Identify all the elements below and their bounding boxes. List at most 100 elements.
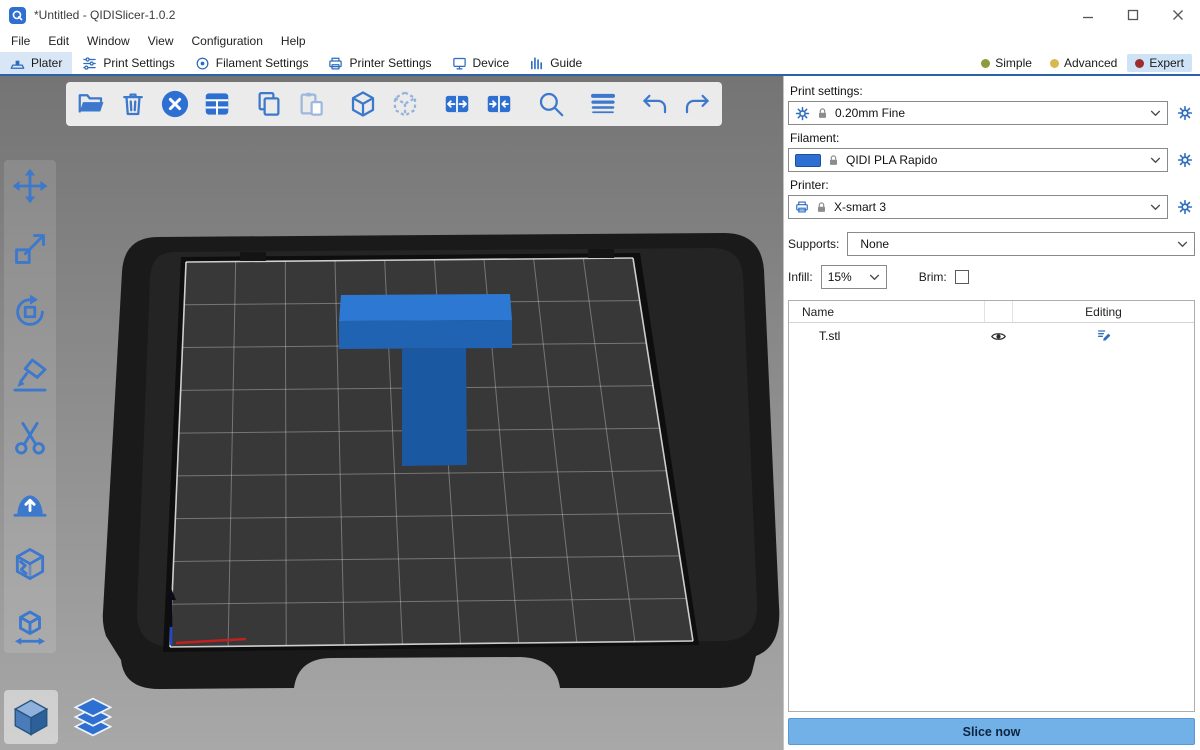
- open-project-button[interactable]: [74, 87, 108, 121]
- seam-painting-button[interactable]: [8, 542, 52, 586]
- slice-now-button[interactable]: Slice now: [788, 718, 1195, 745]
- infill-row: Infill: 15% Brim:: [788, 265, 1195, 289]
- view-toggles: [4, 690, 120, 744]
- print-settings-icon: [82, 56, 97, 71]
- split-objects-icon: [442, 89, 472, 119]
- name-column-header: Name: [789, 305, 984, 319]
- delete-all-icon: [160, 89, 190, 119]
- chevron-down-icon: [1177, 241, 1188, 248]
- object-list-header: Name Editing: [789, 301, 1194, 323]
- search-button[interactable]: [534, 87, 568, 121]
- menu-configuration[interactable]: Configuration: [183, 32, 272, 50]
- add-instance-button[interactable]: [346, 87, 380, 121]
- redo-button[interactable]: [680, 87, 714, 121]
- lock-icon: [827, 154, 840, 167]
- undo-icon: [640, 89, 670, 119]
- supports-value: None: [854, 237, 1171, 251]
- remove-instance-button[interactable]: [388, 87, 422, 121]
- menu-edit[interactable]: Edit: [39, 32, 78, 50]
- tab-device[interactable]: Device: [442, 52, 520, 74]
- trash-icon: [118, 89, 148, 119]
- tab-filament-settings[interactable]: Filament Settings: [185, 52, 319, 74]
- infill-combo[interactable]: 15%: [821, 265, 887, 289]
- tab-label: Guide: [550, 56, 582, 70]
- main-area: Print settings: 0.20mm Fine Filament: QI…: [0, 76, 1200, 750]
- open-folder-icon: [76, 89, 106, 119]
- filament-combo[interactable]: QIDI PLA Rapido: [788, 148, 1168, 172]
- visibility-column: [984, 301, 1013, 322]
- lock-icon: [815, 201, 828, 214]
- undo-button[interactable]: [638, 87, 672, 121]
- filament-row: QIDI PLA Rapido: [788, 148, 1195, 172]
- rotate-icon: [11, 293, 49, 331]
- tab-printer-settings[interactable]: Printer Settings: [318, 52, 441, 74]
- printer-settings-icon: [328, 56, 343, 71]
- supports-combo[interactable]: None: [847, 232, 1195, 256]
- arrange-button[interactable]: [200, 87, 234, 121]
- print-settings-combo[interactable]: 0.20mm Fine: [788, 101, 1168, 125]
- filament-gear-button[interactable]: [1175, 150, 1195, 170]
- brim-checkbox[interactable]: [955, 270, 969, 284]
- menu-view[interactable]: View: [139, 32, 183, 50]
- tab-label: Print Settings: [103, 56, 174, 70]
- move-button[interactable]: [8, 164, 52, 208]
- copy-button[interactable]: [252, 87, 286, 121]
- 3d-viewport[interactable]: [0, 76, 783, 750]
- editing-button[interactable]: [1013, 328, 1194, 344]
- object-row[interactable]: T.stl: [789, 323, 1194, 349]
- printer-combo[interactable]: X-smart 3: [788, 195, 1168, 219]
- scissors-icon: [11, 419, 49, 457]
- place-on-face-icon: [11, 356, 49, 394]
- move-icon: [11, 167, 49, 205]
- minimize-button[interactable]: [1065, 0, 1110, 30]
- close-button[interactable]: [1155, 0, 1200, 30]
- editor-view-button[interactable]: [4, 690, 58, 744]
- split-to-objects-button[interactable]: [440, 87, 474, 121]
- printer-gear-button[interactable]: [1175, 197, 1195, 217]
- paint-supports-button[interactable]: [8, 479, 52, 523]
- menu-window[interactable]: Window: [78, 32, 139, 50]
- guide-icon: [529, 56, 544, 71]
- print-settings-gear-button[interactable]: [1175, 103, 1195, 123]
- paste-button[interactable]: [294, 87, 328, 121]
- search-icon: [536, 89, 566, 119]
- cut-button[interactable]: [8, 416, 52, 460]
- supports-row: Supports: None: [788, 232, 1195, 256]
- mode-simple[interactable]: Simple: [973, 54, 1040, 72]
- seam-icon: [11, 545, 49, 583]
- object-name: T.stl: [789, 329, 984, 343]
- measure-icon: [11, 608, 49, 646]
- tab-plater[interactable]: Plater: [0, 52, 72, 74]
- printer-icon: [795, 200, 809, 214]
- tab-guide[interactable]: Guide: [519, 52, 592, 74]
- filament-color-swatch: [795, 154, 821, 167]
- eye-icon: [990, 328, 1007, 345]
- chevron-down-icon: [1150, 204, 1161, 211]
- redo-icon: [682, 89, 712, 119]
- menu-help[interactable]: Help: [272, 32, 315, 50]
- place-on-face-button[interactable]: [8, 353, 52, 397]
- plater-icon: [10, 56, 25, 71]
- mode-expert[interactable]: Expert: [1127, 54, 1192, 72]
- delete-button[interactable]: [116, 87, 150, 121]
- scale-button[interactable]: [8, 227, 52, 271]
- measure-button[interactable]: [8, 605, 52, 649]
- editor-view-cube-icon: [10, 696, 52, 738]
- visibility-toggle[interactable]: [984, 328, 1013, 345]
- mode-advanced[interactable]: Advanced: [1042, 54, 1125, 72]
- simple-mode-dot-icon: [981, 59, 990, 68]
- menu-file[interactable]: File: [2, 32, 39, 50]
- gear-icon: [1177, 152, 1193, 168]
- delete-all-button[interactable]: [158, 87, 192, 121]
- mode-switcher: Simple Advanced Expert: [973, 52, 1200, 74]
- printer-label: Printer:: [790, 178, 1193, 192]
- rotate-button[interactable]: [8, 290, 52, 334]
- preview-button[interactable]: [66, 690, 120, 744]
- scale-icon: [11, 230, 49, 268]
- print-settings-value: 0.20mm Fine: [835, 106, 1144, 120]
- tab-print-settings[interactable]: Print Settings: [72, 52, 184, 74]
- variable-layer-height-button[interactable]: [586, 87, 620, 121]
- split-to-parts-button[interactable]: [482, 87, 516, 121]
- gear-icon: [795, 106, 810, 121]
- maximize-button[interactable]: [1110, 0, 1155, 30]
